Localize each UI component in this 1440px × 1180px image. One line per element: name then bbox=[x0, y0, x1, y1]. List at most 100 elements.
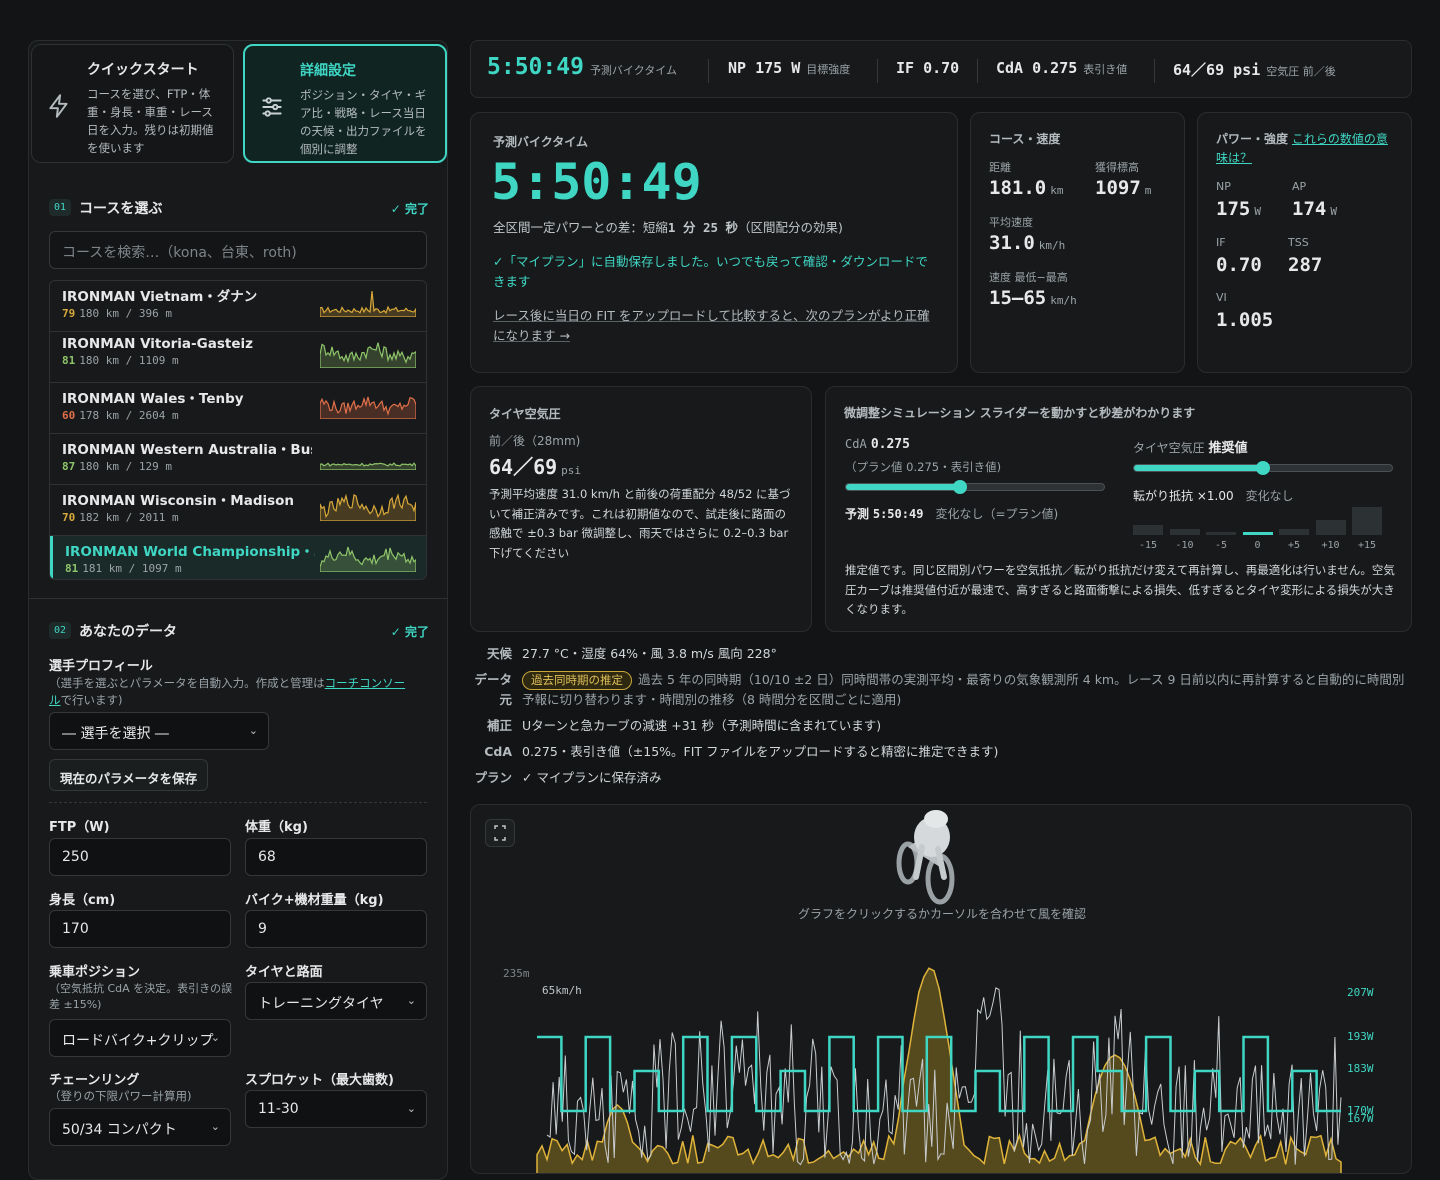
sim-psi-label: タイヤ空気圧 bbox=[1133, 441, 1205, 455]
psi-bar-fill bbox=[1206, 532, 1236, 535]
sprocket-select[interactable]: 11-30 ⌄ bbox=[245, 1090, 427, 1128]
fit-upload-link[interactable]: レース後に当日の FIT をアップロードして比較すると、次のプランがより正確にな… bbox=[493, 306, 938, 346]
coach-console-link-cont[interactable]: ル bbox=[49, 693, 61, 707]
sparkline-area bbox=[320, 493, 416, 521]
sim-cda: CdA 0.275 bbox=[845, 437, 910, 452]
course-elevation-sparkline bbox=[320, 493, 416, 521]
speed-range-unit: km/h bbox=[1050, 294, 1077, 307]
psi-slider[interactable] bbox=[1133, 461, 1393, 475]
chainring-select[interactable]: 50/34 コンパクト ⌄ bbox=[49, 1108, 231, 1146]
course-chart-card[interactable]: グラフをクリックするかカーソルを合わせて風を確認 235m 65km/h 207… bbox=[470, 804, 1412, 1174]
psi-bar-fill bbox=[1169, 529, 1200, 535]
position-sub: （空気抵抗 CdA を決定。表引きの誤差 ±15%) bbox=[49, 982, 233, 1011]
athlete-select[interactable]: ― 選手を選択 ― ⌄ bbox=[49, 712, 269, 750]
speed-range-value: 15–65 km/h bbox=[989, 287, 1077, 309]
summary-time-label: 予測バイクタイム bbox=[589, 64, 678, 77]
section-number: 02 bbox=[49, 622, 72, 639]
power-card: パワー・強度 これらの数値の意味は？ NP 175 W AP 174 W IF 0.… bbox=[1197, 112, 1412, 373]
course-list: IRONMAN Vietnam・ダナン 79 180 km / 396 m IRONM… bbox=[49, 280, 427, 580]
course-distance-elevation: 180 km / 1109 m bbox=[79, 354, 179, 367]
position-select-value: ロードバイク+クリップ bbox=[62, 1033, 214, 1049]
save-params-button[interactable]: 現在のパラメータを保存 bbox=[49, 759, 209, 791]
course-item[interactable]: IRONMAN Vietnam・ダナン 79 180 km / 396 m bbox=[50, 281, 426, 332]
summary-psi: 64／69 psi 空気圧 前／後 bbox=[1173, 59, 1336, 80]
prediction-title: 予測バイクタイム bbox=[493, 135, 589, 149]
summary-bar: 5:50:49 予測バイクタイム NP 175 W 目標強度 IF 0.70 CdA… bbox=[470, 40, 1412, 98]
psi-bar-label: +5 bbox=[1287, 540, 1301, 551]
ftp-input[interactable]: 250 bbox=[49, 838, 231, 876]
section-done-badge: ✓ 完了 bbox=[390, 625, 429, 639]
course-item[interactable]: IRONMAN Vitoria-Gasteiz 81 180 km / 1109 m bbox=[50, 332, 426, 383]
vi-value: 1.005 bbox=[1216, 309, 1274, 331]
psi-bar: 0 bbox=[1242, 532, 1273, 551]
athlete-select-value: ― 選手を選択 ― bbox=[62, 726, 169, 742]
np-number: 175 bbox=[1216, 198, 1251, 220]
summary-cda-value: CdA 0.275 bbox=[996, 59, 1078, 77]
weight-input[interactable]: 68 bbox=[245, 838, 427, 876]
course-item[interactable]: IRONMAN Wales・Tenby 60 178 km / 2604 m bbox=[50, 383, 426, 434]
course-item[interactable]: IRONMAN World Championship・… 81 181 km / 1… bbox=[50, 536, 426, 579]
psi-slider-handle[interactable] bbox=[1256, 461, 1270, 475]
cda-slider-handle[interactable] bbox=[952, 480, 967, 494]
course-search-input[interactable]: コースを検索…（kona、台東、roth) bbox=[49, 231, 427, 269]
position-label: 乗車ポジション bbox=[49, 965, 141, 980]
data-source-row: データ元 過去同時期の推定 過去 5 年の同時期（10/10 ±2 日）同時間帯の実… bbox=[470, 670, 1410, 712]
prediction-card: 予測バイクタイム 5:50:49 全区間一定パワーとの差：短縮1 分 25 秒（… bbox=[470, 112, 958, 373]
height-label: 身長（cm) bbox=[49, 893, 116, 908]
prediction-diff: 全区間一定パワーとの差：短縮1 分 25 秒（区間配分の効果) bbox=[493, 217, 843, 236]
course-name: IRONMAN World Championship・… bbox=[65, 544, 315, 560]
tire-select[interactable]: トレーニングタイヤ ⌄ bbox=[245, 982, 427, 1020]
sim-pred-label: 予測 bbox=[845, 507, 870, 521]
quick-start-title: クイックスタート bbox=[87, 62, 199, 78]
tire-sub: 前／後（28mm) bbox=[489, 434, 581, 448]
tire-desc: 予測平均速度 31.0 km/h と前後の荷重配分 48/52 に基づいて補正済… bbox=[489, 487, 791, 560]
profile-sub-text: （選手を選ぶとパラメータを自動入力。作成と管理は bbox=[49, 676, 325, 690]
course-score: 70 bbox=[62, 511, 76, 524]
psi-sensitivity-bars: -15 -10 -5 0 +5 +10 +15 bbox=[1133, 503, 1393, 551]
ap-label: AP bbox=[1292, 180, 1307, 193]
course-elevation-sparkline bbox=[320, 342, 416, 368]
course-item[interactable]: IRONMAN Western Australia・Bus… 87 180 km /… bbox=[50, 434, 426, 485]
plan-key: プラン bbox=[474, 770, 512, 785]
sprocket-label: スプロケット（最大歯数) bbox=[245, 1073, 394, 1088]
course-score: 60 bbox=[62, 409, 76, 422]
course-elevation-sparkline bbox=[320, 396, 416, 419]
quick-start-card[interactable]: クイックスタート コースを選び、FTP・体重・身長・車重・レース日を入力。残りは… bbox=[31, 44, 234, 163]
tire-pressure-card: タイヤ空気圧 前／後（28mm) 64／69 psi 予測平均速度 31.0 km… bbox=[470, 386, 812, 632]
cda-row: CdA 0.275・表引き値（±15%。FIT ファイルをアップロードすると精密に… bbox=[470, 742, 1410, 762]
diff-text: 全区間一定パワーとの差：短縮 bbox=[493, 220, 668, 235]
psi-bar: +5 bbox=[1279, 528, 1309, 551]
course-elevation-sparkline bbox=[320, 546, 416, 572]
separator bbox=[977, 59, 978, 83]
weather-value: 27.7 °C・湿度 64%・風 3.8 m/s 風向 228° bbox=[522, 646, 777, 661]
bike-weight-label: バイク+機材重量（kg) bbox=[245, 893, 384, 908]
avg-speed-value: 31.0 km/h bbox=[989, 232, 1065, 254]
course-profile-chart[interactable] bbox=[471, 805, 1412, 1174]
course-speed-card: コース・速度 距離 181.0 km 獲得標高 1097 m 平均速度 31.0 km… bbox=[970, 112, 1185, 373]
summary-if-value: IF 0.70 bbox=[896, 59, 960, 77]
height-input[interactable]: 170 bbox=[49, 910, 231, 948]
correction-row: 補正 Uターンと急カーブの減速 +31 秒（予測時間に含まれています) bbox=[470, 716, 1410, 736]
psi-bar-label: 0 bbox=[1254, 540, 1261, 551]
cda-slider[interactable] bbox=[845, 480, 1105, 494]
course-item[interactable]: IRONMAN Wisconsin・Madison 70 182 km / 2011… bbox=[50, 485, 426, 536]
position-select[interactable]: ロードバイク+クリップ ⌄ bbox=[49, 1019, 231, 1057]
course-section-header: 01 コースを選ぶ ✓ 完了 bbox=[49, 197, 429, 221]
bike-weight-input[interactable]: 9 bbox=[245, 910, 427, 948]
psi-slider-fill bbox=[1134, 465, 1263, 471]
chevron-down-icon: ⌄ bbox=[406, 1102, 416, 1115]
coach-console-link[interactable]: コーチコンソー bbox=[325, 676, 406, 690]
ap-value: 174 W bbox=[1292, 198, 1337, 220]
sparkline-area bbox=[320, 462, 416, 470]
sliders-icon bbox=[262, 97, 282, 117]
course-elevation-sparkline bbox=[320, 462, 416, 470]
chevron-down-icon: ⌄ bbox=[210, 1031, 220, 1044]
course-score: 87 bbox=[62, 460, 76, 473]
sim-pred: 予測 5:50:49 変化なし（=プラン値) bbox=[845, 505, 1058, 522]
chainring-label: チェーンリング bbox=[49, 1073, 140, 1088]
detail-settings-card[interactable]: 詳細設定 ポジション・タイヤ・ギア比・戦略・レース当日の天候・出力ファイルを個別… bbox=[243, 44, 447, 163]
distance-label: 距離 bbox=[989, 161, 1011, 174]
simulation-card: 微調整シミュレーション スライダーを動かすと秒差がわかります CdA 0.275… bbox=[825, 386, 1412, 632]
sparkline-area bbox=[320, 342, 416, 368]
psi-bar: -10 bbox=[1169, 529, 1200, 551]
